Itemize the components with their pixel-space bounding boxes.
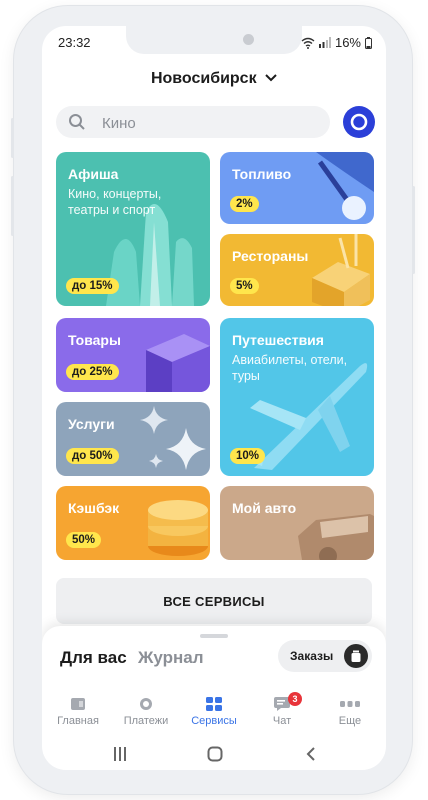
home-icon	[71, 698, 85, 710]
tile-title: Топливо	[232, 166, 292, 182]
search-input[interactable]	[100, 106, 324, 140]
nav-label: Платежи	[123, 715, 169, 727]
tab-for-you[interactable]: Для вас	[60, 648, 127, 668]
tile-title: Афиша	[68, 166, 119, 182]
tile-badge: до 50%	[66, 448, 119, 464]
tile-travel[interactable]: Путешествия Авиабилеты, отели, туры 10%	[220, 318, 374, 476]
food-box-illustration	[312, 234, 370, 306]
tile-afisha[interactable]: Афиша Кино, концерты, театры и спорт до …	[56, 152, 210, 306]
orders-label: Заказы	[290, 649, 334, 663]
home-button-icon[interactable]	[207, 746, 223, 762]
tile-subtitle: Авиабилеты, отели, туры	[232, 353, 348, 383]
sparkle-illustration	[140, 406, 206, 470]
tile-title: Кэшбэк	[68, 500, 120, 516]
nav-payments[interactable]: Платежи	[116, 691, 176, 727]
battery-level: 16%	[334, 35, 361, 50]
tile-cashback[interactable]: Кэшбэк 50%	[56, 486, 210, 560]
all-services-button[interactable]: ВСЕ СЕРВИСЫ	[56, 578, 372, 624]
tile-goods[interactable]: Товары до 25%	[56, 318, 210, 392]
package-illustration	[146, 334, 210, 392]
side-button	[11, 118, 14, 158]
tile-my-car[interactable]: Мой авто	[220, 486, 374, 560]
camera-notch	[126, 26, 302, 54]
tile-badge: 2%	[230, 196, 259, 212]
tile-badge: до 25%	[66, 364, 119, 380]
battery-icon	[365, 36, 372, 49]
nav-chat[interactable]: 3 Чат	[252, 691, 312, 727]
chat-unread-badge: 3	[288, 692, 302, 706]
assistant-icon	[350, 113, 368, 131]
search-icon	[69, 114, 85, 130]
nav-label: Сервисы	[191, 715, 237, 727]
tile-services[interactable]: Услуги до 50%	[56, 402, 210, 476]
status-bar: 23:32 16%	[42, 26, 386, 58]
payments-icon	[140, 698, 152, 710]
car-illustration	[298, 514, 374, 560]
tile-badge: 10%	[230, 448, 266, 464]
tile-title: Путешествия	[232, 332, 324, 348]
phone-screen: 23:32 16% Новосибирск Афиша Кино, концер…	[42, 26, 386, 770]
nav-services[interactable]: Сервисы	[184, 691, 244, 727]
nav-home[interactable]: Главная	[48, 691, 108, 727]
status-time: 23:32	[58, 35, 91, 50]
sheet-handle[interactable]	[200, 634, 228, 638]
tile-title: Рестораны	[232, 248, 309, 264]
power-button	[412, 186, 415, 274]
tile-subtitle: Кино, концерты, театры и спорт	[68, 187, 162, 217]
tab-journal[interactable]: Журнал	[138, 648, 204, 668]
assistant-button[interactable]	[343, 106, 375, 138]
nav-label: Чат	[272, 715, 292, 727]
city-name: Новосибирск	[150, 70, 257, 87]
tile-title: Мой авто	[232, 500, 297, 516]
back-icon[interactable]	[306, 746, 316, 762]
wifi-icon	[301, 37, 315, 49]
nav-more[interactable]: Еще	[320, 691, 380, 727]
tile-title: Товары	[68, 332, 121, 348]
tile-badge: до 15%	[66, 278, 119, 294]
services-icon	[206, 697, 222, 711]
camera-icon	[243, 34, 254, 45]
tile-restaurants[interactable]: Рестораны 5%	[220, 234, 374, 306]
search-bar[interactable]	[56, 106, 330, 140]
system-nav-bar	[42, 738, 386, 770]
fuel-gauge-illustration	[316, 152, 374, 220]
tile-title: Услуги	[68, 416, 115, 432]
chevron-down-icon	[265, 74, 277, 82]
signal-icon	[318, 37, 331, 48]
tile-badge: 50%	[66, 532, 102, 548]
more-icon	[340, 701, 360, 707]
tile-badge: 5%	[230, 278, 259, 294]
nav-label: Главная	[57, 715, 99, 727]
bottom-nav: Главная Платежи Сервисы 3 Чат Еще	[42, 691, 386, 731]
status-icons: 16%	[301, 35, 372, 50]
nav-label: Еще	[338, 715, 362, 727]
recent-apps-icon[interactable]	[113, 746, 127, 762]
city-selector[interactable]: Новосибирск	[42, 70, 386, 88]
orders-button[interactable]: Заказы	[278, 640, 372, 672]
coins-illustration	[148, 500, 208, 556]
tile-fuel[interactable]: Топливо 2%	[220, 152, 374, 224]
orders-icon	[344, 644, 368, 668]
side-button	[11, 176, 14, 236]
